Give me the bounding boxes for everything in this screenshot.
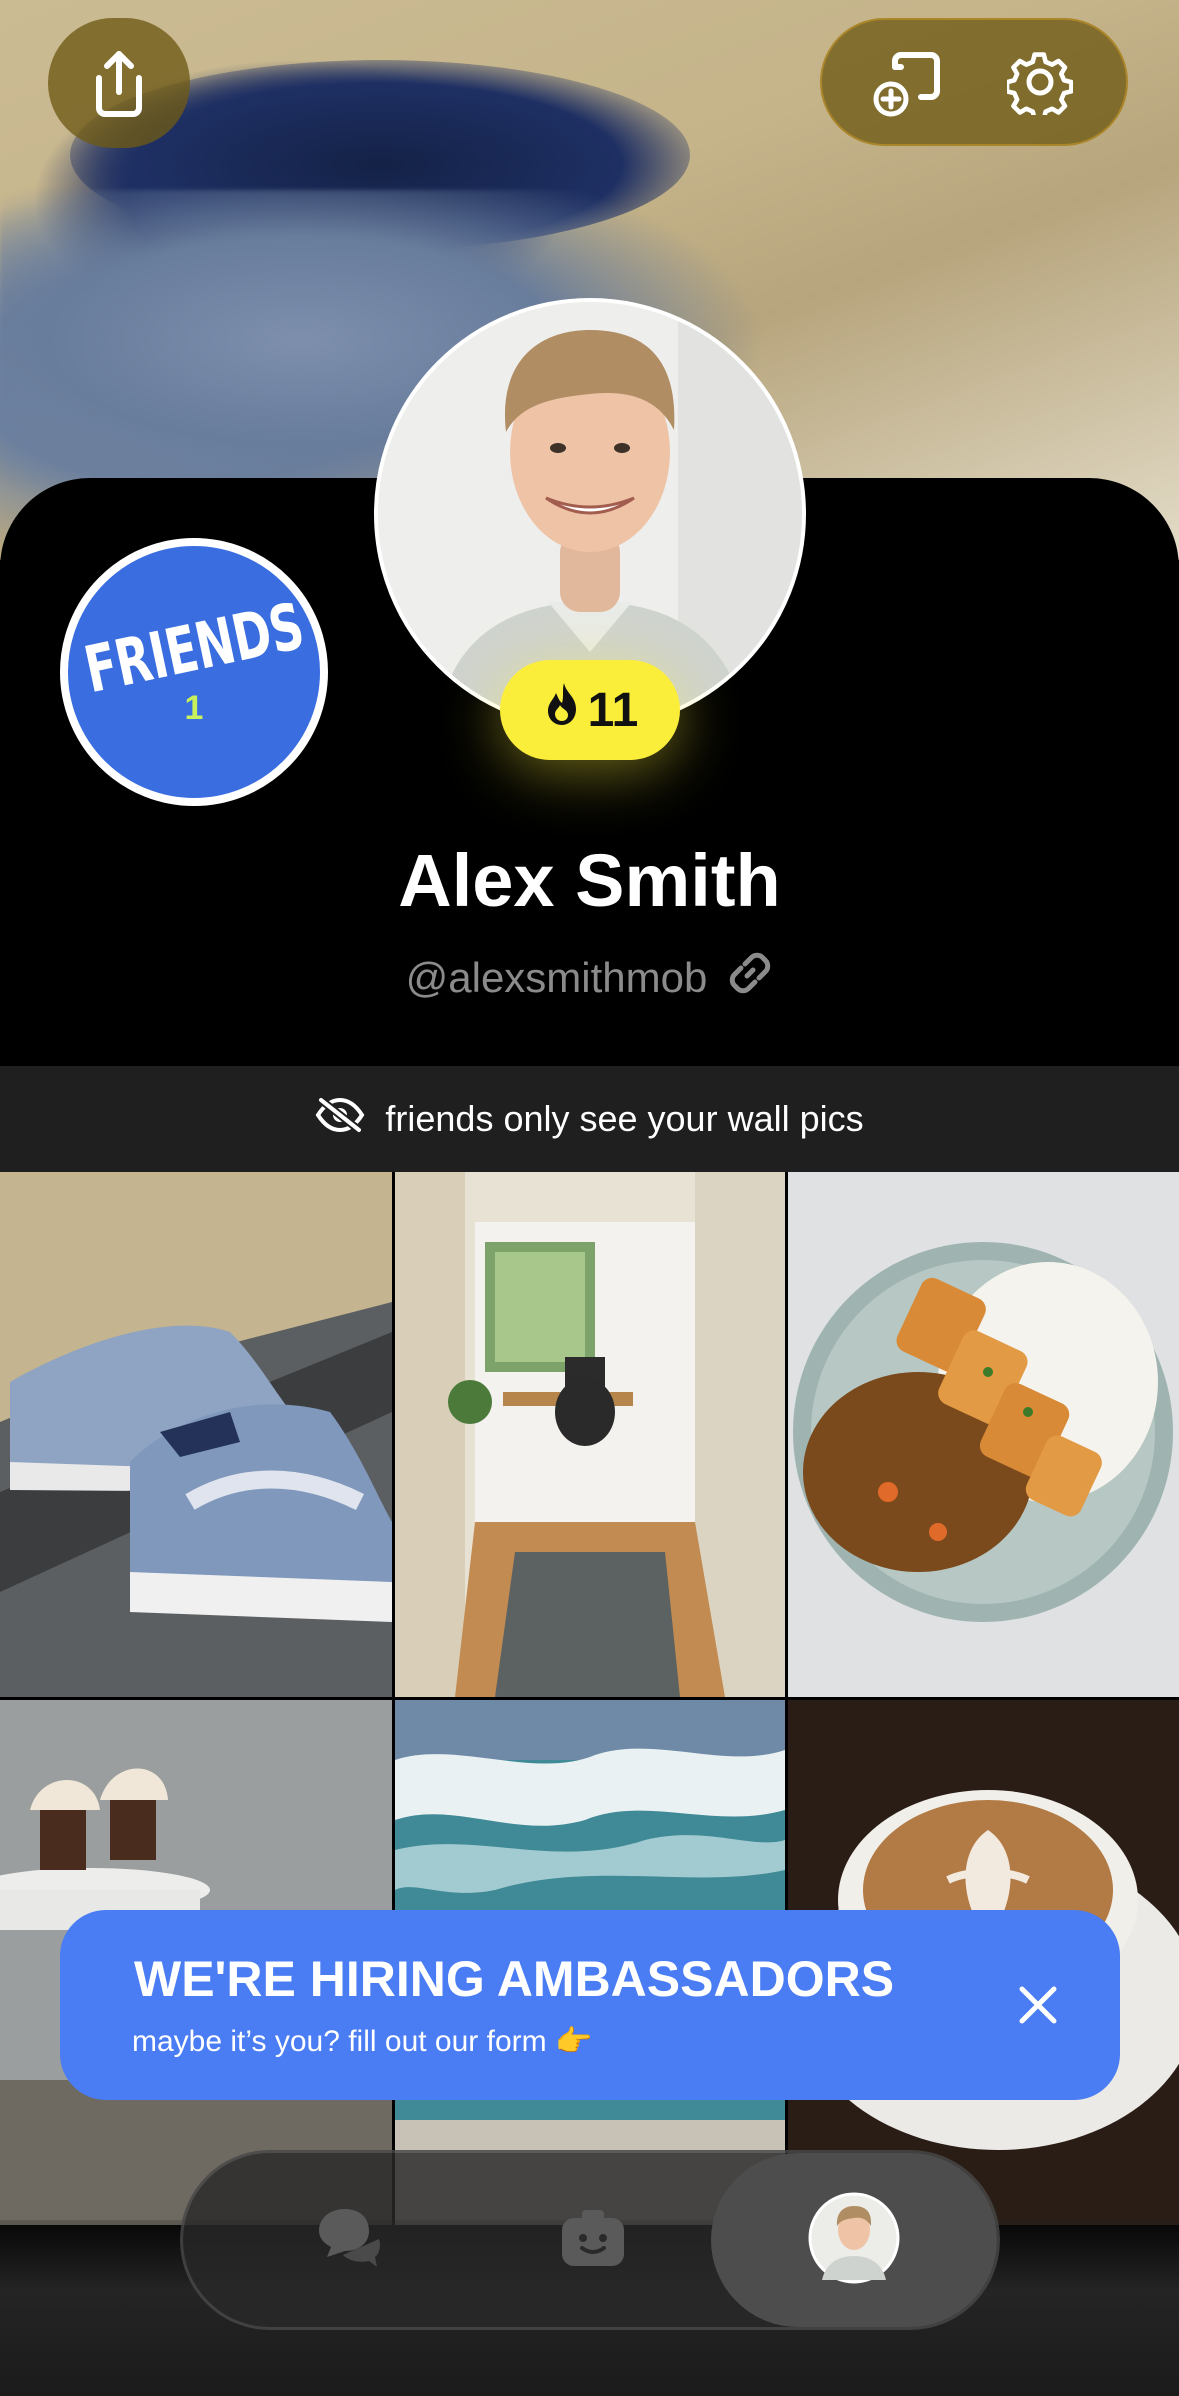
streak-count: 11: [587, 683, 639, 737]
profile-handle-row[interactable]: @alexsmithmob: [0, 950, 1179, 1006]
friends-badge-count: 1: [184, 688, 204, 727]
tab-bar: [180, 2150, 1000, 2330]
wall-photo-sneakers[interactable]: [0, 1172, 392, 1697]
tab-chat[interactable]: [273, 2153, 423, 2327]
share-icon: [79, 43, 159, 123]
link-icon: [727, 950, 773, 1006]
privacy-notice: friends only see your wall pics: [0, 1066, 1179, 1172]
add-widget-icon[interactable]: [868, 42, 948, 122]
camera-icon: [558, 2206, 628, 2275]
privacy-text: friends only see your wall pics: [385, 1098, 864, 1139]
avatar: [808, 2192, 900, 2289]
header-actions: [820, 18, 1128, 146]
close-icon[interactable]: [1005, 1972, 1071, 2038]
wall-photo-home-office[interactable]: [395, 1172, 785, 1697]
friends-badge[interactable]: FRIENDS 1: [60, 538, 328, 806]
profile-name: Alex Smith: [398, 839, 781, 922]
banner-title: WE'RE HIRING AMBASSADORS: [134, 1951, 895, 2007]
eye-off-icon: [315, 1096, 365, 1142]
tab-camera[interactable]: [518, 2153, 668, 2327]
friends-badge-label: FRIENDS: [78, 589, 310, 708]
gear-icon[interactable]: [1000, 42, 1080, 122]
banner-subtitle: maybe it’s you? fill out our form 👉: [132, 2025, 593, 2058]
flame-icon: [542, 681, 582, 739]
ambassador-banner[interactable]: WE'RE HIRING AMBASSADORS maybe it’s you?…: [60, 1910, 1120, 2100]
share-button[interactable]: [48, 18, 190, 148]
profile-handle: @alexsmithmob: [405, 954, 708, 1001]
wall-photo-katsu-curry[interactable]: [788, 1172, 1179, 1697]
chat-icon: [313, 2205, 383, 2276]
streak-badge[interactable]: 11: [500, 660, 680, 760]
tab-profile[interactable]: [711, 2153, 997, 2327]
